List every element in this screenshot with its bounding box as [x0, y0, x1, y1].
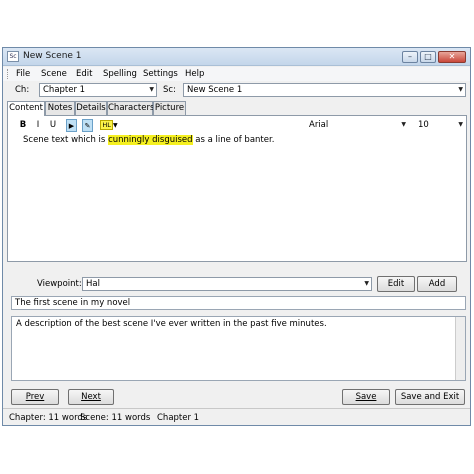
play-icon[interactable]: ▶: [66, 119, 77, 132]
scene-text-editor[interactable]: Scene text which is cunningly disguised …: [23, 135, 274, 145]
chevron-down-icon: ▼: [364, 280, 369, 287]
chevron-down-icon: ▼: [458, 121, 463, 128]
font-value: Arial: [309, 120, 329, 130]
underline-button[interactable]: U: [48, 119, 58, 132]
menu-bar: File Scene Edit Spelling Settings Help: [3, 67, 470, 81]
font-size-select[interactable]: 10 ▼: [414, 118, 466, 132]
viewpoint-edit-button[interactable]: Edit: [377, 276, 415, 292]
prev-label: Prev: [25, 392, 45, 402]
chevron-down-icon: ▼: [458, 86, 463, 93]
maximize-button[interactable]: □: [420, 51, 436, 63]
chapter-label: Ch:: [15, 85, 30, 95]
chevron-down-icon: ▼: [149, 86, 154, 93]
menu-grip: [7, 69, 8, 79]
save-exit-button[interactable]: Save and Exit: [395, 389, 465, 405]
menu-settings[interactable]: Settings: [143, 69, 178, 79]
highlighted-text: cunningly disguised: [108, 135, 193, 145]
viewpoint-row: Viewpoint: Hal ▼ Edit Add: [3, 276, 470, 292]
chapter-value: Chapter 1: [43, 85, 86, 95]
save-label: Save: [355, 392, 377, 402]
app-icon: Sc: [7, 51, 19, 62]
selector-row: Ch: Chapter 1 ▼ Sc: New Scene 1 ▼: [3, 83, 470, 97]
scene-text-after: as a line of banter.: [192, 135, 275, 145]
save-button[interactable]: Save: [342, 389, 390, 405]
chevron-down-icon: ▼: [112, 122, 118, 129]
scene-select[interactable]: New Scene 1 ▼: [183, 83, 466, 97]
tab-notes[interactable]: Notes: [45, 101, 75, 115]
next-label: Next: [81, 392, 101, 402]
status-chapter-name: Chapter 1: [157, 413, 200, 423]
status-chapter-words: Chapter: 11 words: [9, 413, 88, 423]
prev-button[interactable]: Prev: [11, 389, 59, 405]
scene-value: New Scene 1: [187, 85, 243, 95]
menu-scene[interactable]: Scene: [41, 69, 67, 79]
chevron-down-icon: ▼: [401, 121, 406, 128]
viewpoint-select[interactable]: Hal ▼: [82, 277, 372, 291]
scene-text-before: Scene text which is: [23, 135, 109, 145]
chapter-select[interactable]: Chapter 1 ▼: [39, 83, 157, 97]
close-button[interactable]: ✕: [438, 51, 466, 63]
font-size-value: 10: [418, 120, 429, 130]
menu-file[interactable]: File: [16, 69, 30, 79]
pencil-icon[interactable]: ✎: [82, 119, 93, 132]
highlight-button[interactable]: HL ▼: [98, 119, 120, 132]
italic-button[interactable]: I: [33, 119, 43, 132]
bold-button[interactable]: B: [18, 119, 28, 132]
description-scrollbar[interactable]: [455, 317, 465, 380]
status-scene-words: Scene: 11 words: [80, 413, 151, 423]
scene-label: Sc:: [163, 85, 176, 95]
viewpoint-add-button[interactable]: Add: [417, 276, 457, 292]
status-bar: Chapter: 11 words Scene: 11 words Chapte…: [3, 408, 470, 426]
description-text: A description of the best scene I've eve…: [16, 319, 327, 329]
viewpoint-value: Hal: [86, 279, 100, 289]
summary-field[interactable]: The first scene in my novel: [11, 296, 466, 310]
menu-spelling[interactable]: Spelling: [103, 69, 137, 79]
tab-picture[interactable]: Picture: [153, 101, 186, 115]
highlight-icon: HL: [100, 120, 113, 130]
font-select[interactable]: Arial ▼: [305, 118, 409, 132]
menu-help[interactable]: Help: [185, 69, 204, 79]
minimize-button[interactable]: –: [402, 51, 418, 63]
tab-content[interactable]: Content: [7, 101, 45, 116]
window-title: New Scene 1: [23, 51, 82, 61]
menu-edit[interactable]: Edit: [76, 69, 92, 79]
next-button[interactable]: Next: [68, 389, 114, 405]
viewpoint-label: Viewpoint:: [37, 279, 82, 289]
tab-characters[interactable]: Characters: [107, 101, 154, 115]
content-panel: B I U ▶ ✎ HL ▼ Arial ▼ 10 ▼ Scene text wh…: [7, 115, 467, 262]
title-bar[interactable]: Sc New Scene 1 – □ ✕: [3, 48, 470, 66]
app-window: Sc New Scene 1 – □ ✕ File Scene Edit Spe…: [2, 47, 471, 426]
tab-details[interactable]: Details: [75, 101, 107, 115]
bottom-button-bar: Prev Next Save Save and Exit: [3, 389, 470, 405]
description-field[interactable]: A description of the best scene I've eve…: [11, 316, 466, 381]
